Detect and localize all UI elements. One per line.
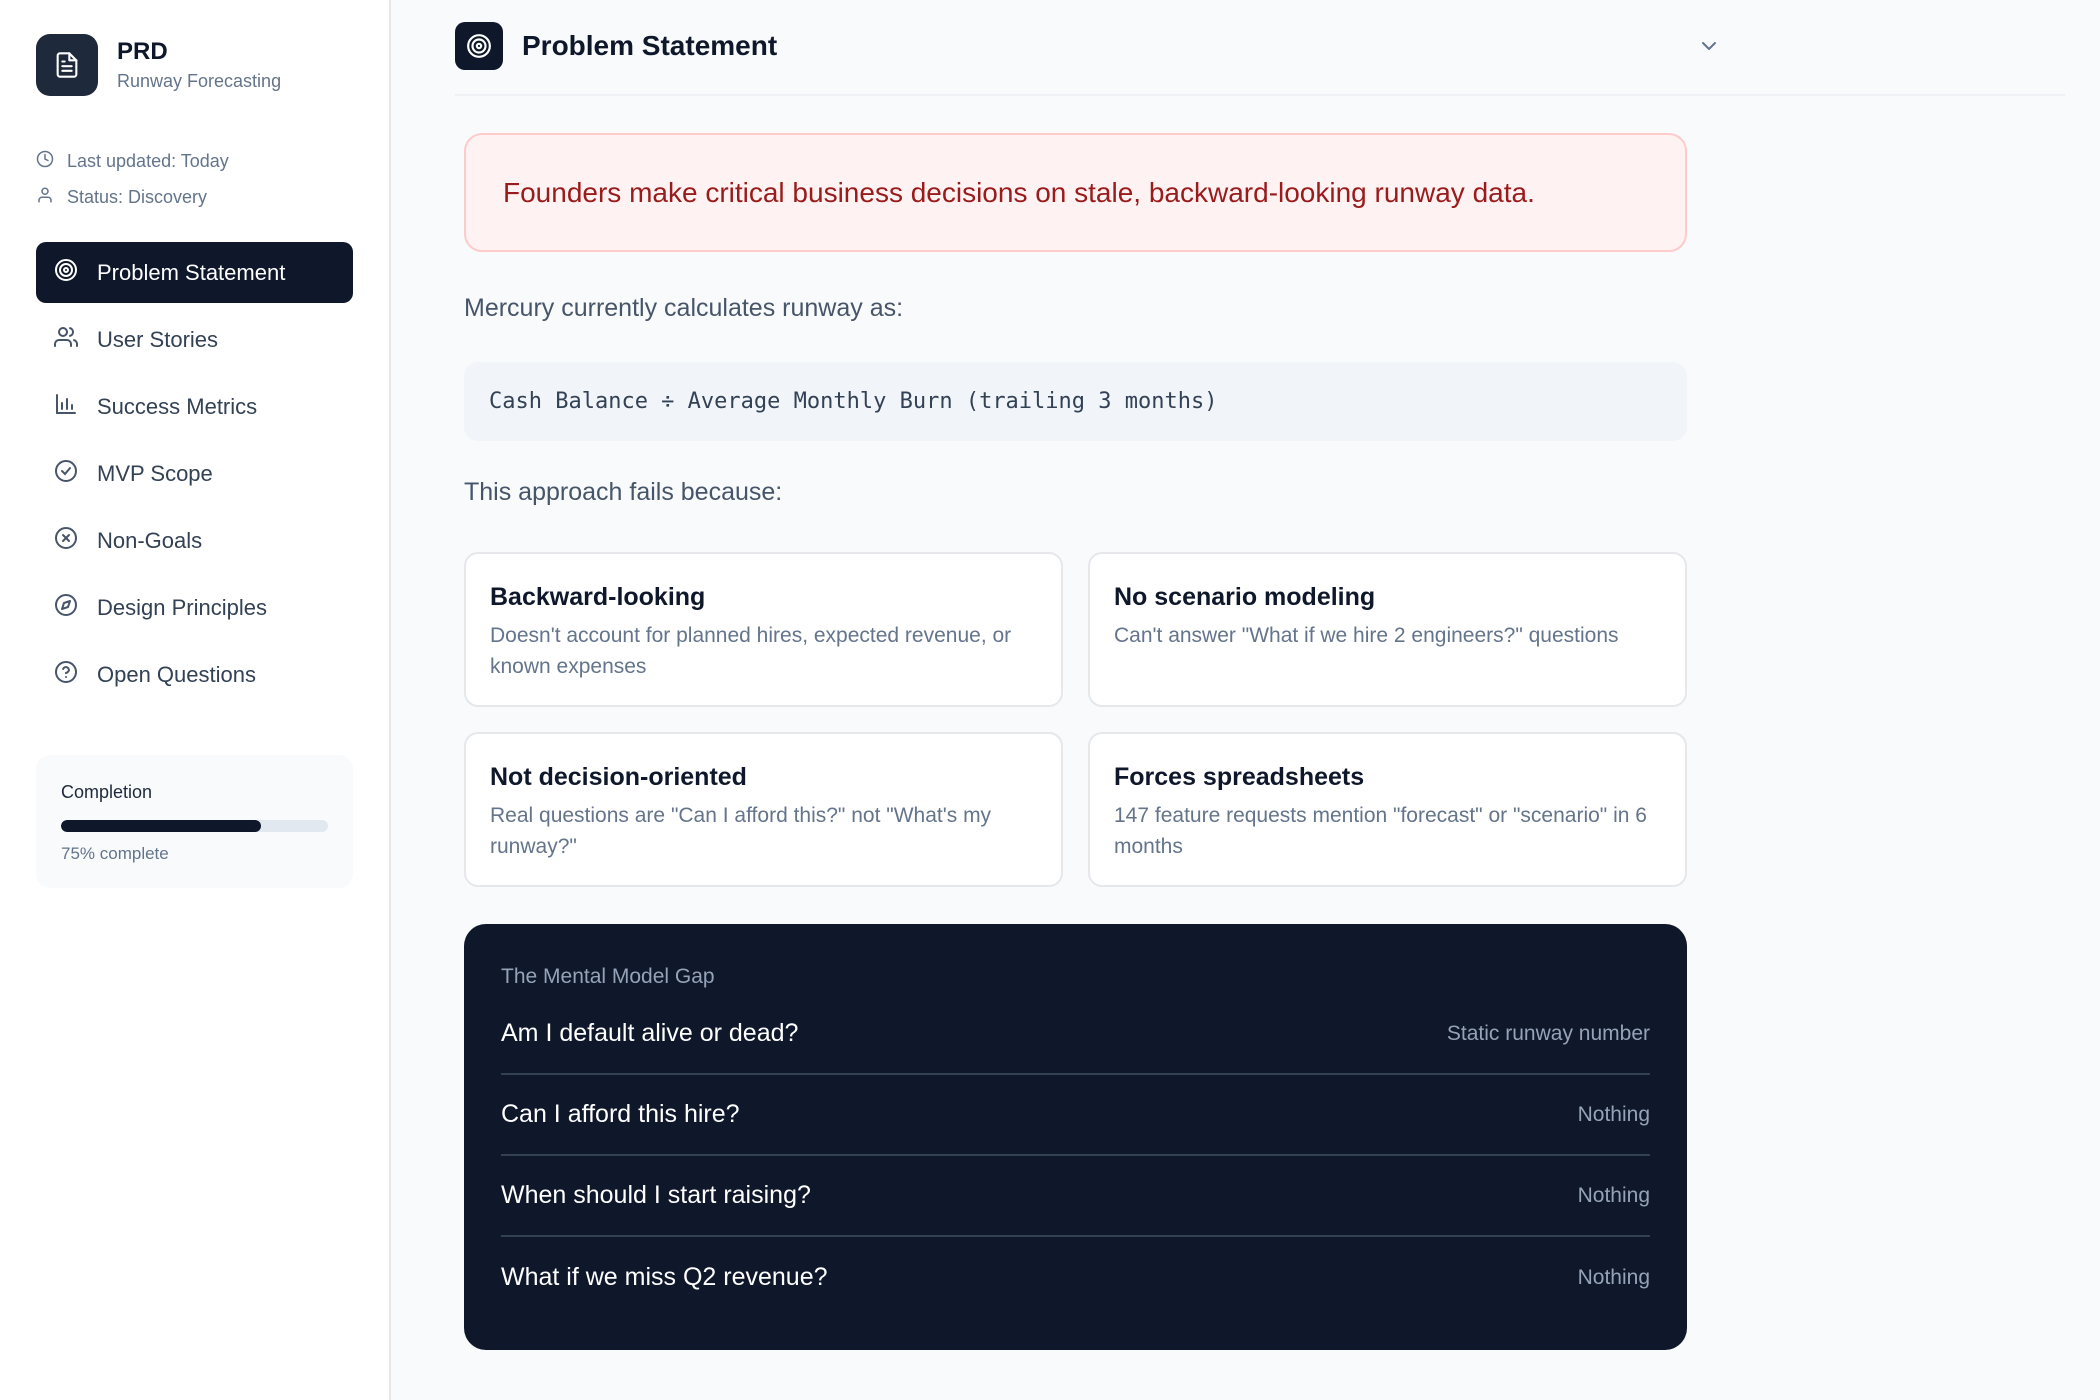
gap-question: What if we miss Q2 revenue? [501,1263,828,1291]
runway-formula: Cash Balance ÷ Average Monthly Burn (tra… [464,362,1687,441]
users-icon [54,325,97,355]
reason-card: Forces spreadsheets 147 feature requests… [1088,732,1687,887]
last-updated: Last updated: Today [36,143,229,179]
reason-card: No scenario modeling Can't answer "What … [1088,552,1687,707]
gap-question: Can I afford this hire? [501,1100,740,1128]
nav-item-non-goals[interactable]: Non-Goals [36,510,353,571]
compass-icon [54,593,97,623]
reason-card-title: Forces spreadsheets [1114,763,1365,791]
gap-answer: Nothing [1577,1265,1650,1289]
doc-meta: Last updated: Today Status: Discovery [36,143,229,215]
nav-item-label: MVP Scope [97,460,213,486]
reason-card-title: Backward-looking [490,583,706,611]
gap-row: Can I afford this hire? Nothing [501,1075,1650,1156]
gap-row: When should I start raising? Nothing [501,1156,1650,1237]
section-nav: Problem Statement User Stories Success M… [36,242,353,711]
document-icon [36,34,98,96]
x-circle-icon [54,526,97,556]
brand-subtitle: Runway Forecasting [117,71,282,91]
nav-item-label: Open Questions [97,661,256,687]
completion-progress-fill [61,820,262,832]
nav-item-label: Design Principles [97,594,267,620]
nav-item-label: User Stories [97,326,219,352]
nav-item-problem-statement[interactable]: Problem Statement [36,242,353,303]
reason-card-body: Can't answer "What if we hire 2 engineer… [1114,624,1619,647]
main-content: Problem Statement Founders make critical… [391,0,2100,1400]
gap-row: Am I default alive or dead? Static runwa… [501,994,1650,1075]
status: Status: Discovery [36,179,229,215]
gap-row: What if we miss Q2 revenue? Nothing [501,1237,1650,1318]
nav-item-label: Non-Goals [97,527,203,553]
reason-card-title: No scenario modeling [1114,583,1376,611]
completion-card: Completion 75% complete [36,755,353,888]
gap-answer: Nothing [1577,1102,1650,1126]
reason-card-body: Doesn't account for planned hires, expec… [490,624,1012,678]
chevron-down-icon[interactable] [1697,34,1721,63]
user-icon [36,186,67,209]
reason-card: Backward-looking Doesn't account for pla… [464,552,1063,707]
brand: PRD Runway Forecasting [36,34,281,96]
nav-item-success-metrics[interactable]: Success Metrics [36,376,353,437]
gap-title: The Mental Model Gap [501,965,715,988]
check-circle-icon [54,459,97,489]
nav-item-open-questions[interactable]: Open Questions [36,644,353,705]
intro-text: Mercury currently calculates runway as: [464,294,904,322]
bar-chart-icon [54,392,97,422]
completion-label: Completion [61,782,153,802]
gap-answer: Nothing [1577,1183,1650,1207]
fails-heading: This approach fails because: [464,478,783,506]
reason-card-body: Real questions are "Can I afford this?" … [490,804,992,858]
reason-card: Not decision-oriented Real questions are… [464,732,1063,887]
gap-answer: Static runway number [1446,1021,1650,1045]
gap-rows: Am I default alive or dead? Static runwa… [501,994,1650,1318]
problem-alert: Founders make critical business decision… [464,133,1687,252]
completion-text: 75% complete [61,844,169,863]
nav-item-mvp-scope[interactable]: MVP Scope [36,443,353,504]
mental-model-gap: The Mental Model Gap Am I default alive … [464,924,1687,1350]
target-icon [54,258,97,288]
section-title: Problem Statement [522,30,778,61]
brand-title: PRD [117,38,168,65]
nav-item-label: Problem Statement [97,259,286,285]
completion-progress-bar [61,820,328,832]
gap-question: Am I default alive or dead? [501,1019,799,1047]
status-text: Status: Discovery [67,186,208,207]
sidebar: PRD Runway Forecasting Last updated: Tod… [0,0,391,1400]
nav-item-user-stories[interactable]: User Stories [36,309,353,370]
nav-item-design-principles[interactable]: Design Principles [36,577,353,638]
gap-question: When should I start raising? [501,1181,811,1209]
help-circle-icon [54,660,97,690]
section-header[interactable]: Problem Statement [455,22,2065,96]
clock-icon [36,150,67,173]
last-updated-text: Last updated: Today [67,150,229,171]
reason-card-body: 147 feature requests mention "forecast" … [1114,804,1647,858]
nav-item-label: Success Metrics [97,393,258,419]
target-icon [455,22,503,70]
reason-card-title: Not decision-oriented [490,763,747,791]
